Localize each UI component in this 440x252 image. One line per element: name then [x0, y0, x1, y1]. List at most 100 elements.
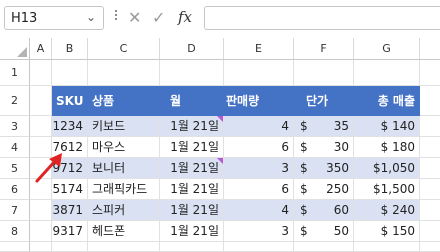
header-sku[interactable]: SKU: [52, 86, 88, 116]
cell-d1[interactable]: [160, 60, 224, 86]
cell-month-text: 1월 21일: [170, 161, 219, 175]
comment-flag-icon[interactable]: [217, 158, 223, 164]
cell-a3[interactable]: [30, 116, 52, 137]
cell-product[interactable]: 그래픽카드: [88, 179, 160, 200]
cell-e1[interactable]: [224, 60, 294, 86]
cell-h4[interactable]: [420, 137, 440, 158]
cell-month[interactable]: 1월 21일: [160, 179, 224, 200]
cell-qty[interactable]: 4: [224, 200, 294, 221]
cell-total[interactable]: $ 240: [354, 200, 420, 221]
cell-month[interactable]: 1월 21일: [160, 221, 224, 242]
row-header-8[interactable]: 8: [0, 221, 30, 242]
cell-total[interactable]: $ 150: [354, 221, 420, 242]
cell-c1[interactable]: [88, 60, 160, 86]
cell-total[interactable]: $ 180: [354, 137, 420, 158]
cell-h3[interactable]: [420, 116, 440, 137]
cell-a1[interactable]: [30, 60, 52, 86]
cell-total[interactable]: $ 140: [354, 116, 420, 137]
row-header-9[interactable]: [0, 242, 30, 252]
cell-month[interactable]: 1월 21일: [160, 116, 224, 137]
cell-qty[interactable]: 4: [224, 116, 294, 137]
insert-function-icon[interactable]: fx: [178, 8, 192, 26]
header-month[interactable]: 월: [160, 86, 224, 116]
more-options-icon[interactable]: [114, 8, 118, 24]
cell-c9[interactable]: [88, 242, 160, 252]
row-header-7[interactable]: 7: [0, 200, 30, 221]
cell-product[interactable]: 마우스: [88, 137, 160, 158]
cell-f9[interactable]: [294, 242, 354, 252]
cell-price-value: 60: [333, 203, 349, 217]
select-all-corner[interactable]: [0, 38, 30, 60]
cell-h5[interactable]: [420, 158, 440, 179]
header-total[interactable]: 총 매출: [354, 86, 420, 116]
cell-qty[interactable]: 3: [224, 158, 294, 179]
cell-price-value: 250: [326, 182, 349, 196]
cell-h6[interactable]: [420, 179, 440, 200]
name-box[interactable]: H13 ⌄: [4, 6, 104, 30]
cell-h8[interactable]: [420, 221, 440, 242]
header-qty[interactable]: 판매량: [224, 86, 294, 116]
cell-month[interactable]: 1월 21일: [160, 158, 224, 179]
formula-actions: ✕ ✓ fx: [126, 8, 202, 28]
cell-d9[interactable]: [160, 242, 224, 252]
cell-a9[interactable]: [30, 242, 52, 252]
cell-total[interactable]: $1,050: [354, 158, 420, 179]
currency-symbol: $: [300, 140, 308, 154]
cell-price[interactable]: $60: [294, 200, 354, 221]
cell-price[interactable]: $35: [294, 116, 354, 137]
cell-a8[interactable]: [30, 221, 52, 242]
cell-month[interactable]: 1월 21일: [160, 200, 224, 221]
column-header-g[interactable]: G: [354, 38, 420, 60]
currency-symbol: $: [300, 182, 308, 196]
chevron-down-icon[interactable]: ⌄: [86, 10, 96, 24]
column-header-e[interactable]: E: [224, 38, 294, 60]
row-header-5[interactable]: 5: [0, 158, 30, 179]
column-header-c[interactable]: C: [88, 38, 160, 60]
row-header-4[interactable]: 4: [0, 137, 30, 158]
cell-sku[interactable]: 3871: [52, 200, 88, 221]
cell-g1[interactable]: [354, 60, 420, 86]
row-header-3[interactable]: 3: [0, 116, 30, 137]
row-header-1[interactable]: 1: [0, 60, 30, 86]
cell-a7[interactable]: [30, 200, 52, 221]
confirm-icon[interactable]: ✓: [152, 8, 165, 27]
row-header-2[interactable]: 2: [0, 86, 30, 116]
cell-h7[interactable]: [420, 200, 440, 221]
cell-b1[interactable]: [52, 60, 88, 86]
cell-h9[interactable]: [420, 242, 440, 252]
cell-g9[interactable]: [354, 242, 420, 252]
cell-h2[interactable]: [420, 86, 440, 116]
cell-h1[interactable]: [420, 60, 440, 86]
cell-product[interactable]: 헤드폰: [88, 221, 160, 242]
cell-sku[interactable]: 9317: [52, 221, 88, 242]
column-header-b[interactable]: B: [52, 38, 88, 60]
cell-qty[interactable]: 6: [224, 179, 294, 200]
comment-flag-icon[interactable]: [217, 116, 223, 122]
cell-product[interactable]: 보니터: [88, 158, 160, 179]
cell-product[interactable]: 키보드: [88, 116, 160, 137]
cell-price[interactable]: $50: [294, 221, 354, 242]
cell-b9[interactable]: [52, 242, 88, 252]
currency-symbol: $: [300, 224, 308, 238]
column-header-a[interactable]: A: [30, 38, 52, 60]
cell-total[interactable]: $1,500: [354, 179, 420, 200]
cell-price[interactable]: $30: [294, 137, 354, 158]
formula-input[interactable]: [204, 6, 440, 30]
cell-month[interactable]: 1월 21일: [160, 137, 224, 158]
cell-price[interactable]: $250: [294, 179, 354, 200]
cancel-icon[interactable]: ✕: [128, 8, 141, 27]
cell-sku[interactable]: 1234: [52, 116, 88, 137]
cell-qty[interactable]: 6: [224, 137, 294, 158]
column-header-next[interactable]: [420, 38, 440, 60]
cell-f1[interactable]: [294, 60, 354, 86]
cell-price[interactable]: $350: [294, 158, 354, 179]
header-product[interactable]: 상품: [88, 86, 160, 116]
column-header-f[interactable]: F: [294, 38, 354, 60]
cell-qty[interactable]: 3: [224, 221, 294, 242]
cell-product[interactable]: 스피커: [88, 200, 160, 221]
cell-e9[interactable]: [224, 242, 294, 252]
row-header-6[interactable]: 6: [0, 179, 30, 200]
column-header-d[interactable]: D: [160, 38, 224, 60]
cell-a2[interactable]: [30, 86, 52, 116]
header-price[interactable]: 단가: [294, 86, 354, 116]
